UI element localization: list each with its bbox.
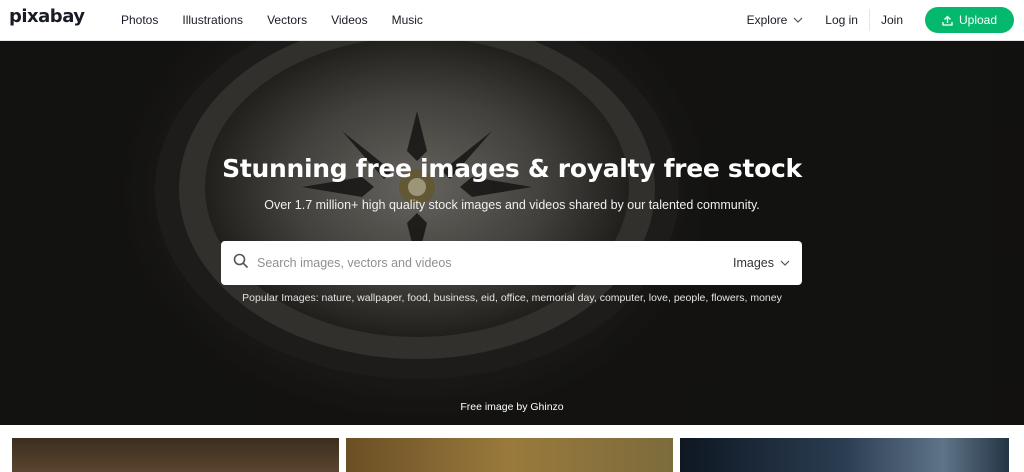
search-input[interactable] bbox=[257, 251, 697, 275]
hero-banner: Stunning free images & royalty free stoc… bbox=[0, 41, 1024, 425]
nav-videos[interactable]: Videos bbox=[331, 13, 367, 27]
login-link[interactable]: Log in bbox=[825, 9, 870, 31]
explore-menu[interactable]: Explore bbox=[747, 13, 804, 27]
popular-tag[interactable]: wallpaper bbox=[357, 292, 401, 304]
chevron-down-icon bbox=[793, 17, 803, 23]
hero-overlay bbox=[0, 41, 1024, 425]
search-type-select[interactable]: Images bbox=[733, 241, 790, 285]
nav-illustrations[interactable]: Illustrations bbox=[182, 13, 243, 27]
upload-label: Upload bbox=[958, 13, 998, 27]
image-thumbnail[interactable] bbox=[12, 438, 339, 472]
popular-tag[interactable]: people bbox=[674, 292, 706, 304]
popular-tag[interactable]: office bbox=[501, 292, 526, 304]
image-credit[interactable]: Free image by Ghinzo bbox=[0, 401, 1024, 413]
join-link[interactable]: Join bbox=[881, 13, 903, 27]
popular-tag[interactable]: money bbox=[750, 292, 782, 304]
search-icon bbox=[233, 253, 249, 269]
search-type-label: Images bbox=[733, 256, 774, 270]
nav-music[interactable]: Music bbox=[392, 13, 423, 27]
hero-title: Stunning free images & royalty free stoc… bbox=[222, 154, 802, 183]
popular-tags: Popular Images: nature, wallpaper, food,… bbox=[242, 292, 782, 304]
image-thumbnail[interactable] bbox=[680, 438, 1009, 472]
main-nav: Photos Illustrations Vectors Videos Musi… bbox=[121, 0, 447, 40]
popular-tag[interactable]: business bbox=[434, 292, 475, 304]
popular-label: Popular Images: bbox=[242, 292, 319, 304]
nav-photos[interactable]: Photos bbox=[121, 13, 158, 27]
chevron-down-icon bbox=[780, 260, 790, 266]
image-grid bbox=[0, 438, 1024, 472]
popular-tag[interactable]: nature bbox=[322, 292, 352, 304]
popular-tag[interactable]: flowers bbox=[711, 292, 744, 304]
search-bar: Images bbox=[221, 241, 802, 285]
upload-button[interactable]: Upload bbox=[925, 7, 1014, 33]
image-thumbnail[interactable] bbox=[346, 438, 673, 472]
hero-subtitle: Over 1.7 million+ high quality stock ima… bbox=[264, 198, 760, 212]
nav-vectors[interactable]: Vectors bbox=[267, 13, 307, 27]
popular-tag[interactable]: food bbox=[407, 292, 427, 304]
pixabay-logo[interactable]: pixabay bbox=[9, 6, 85, 27]
top-navbar: pixabay Photos Illustrations Vectors Vid… bbox=[0, 0, 1024, 41]
popular-tag[interactable]: computer bbox=[600, 292, 643, 304]
popular-tag[interactable]: love bbox=[649, 292, 668, 304]
explore-label: Explore bbox=[746, 13, 788, 27]
popular-tag[interactable]: eid bbox=[481, 292, 495, 304]
upload-icon bbox=[942, 15, 953, 26]
right-nav: Explore Log in Join Upload bbox=[747, 0, 1014, 40]
popular-tag[interactable]: memorial day bbox=[532, 292, 594, 304]
